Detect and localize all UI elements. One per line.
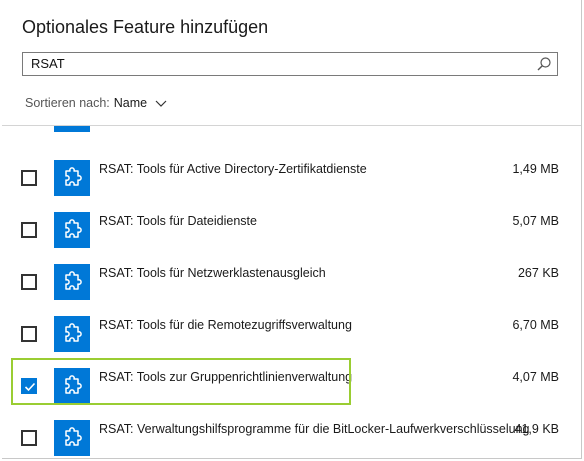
puzzle-shape (65, 427, 82, 446)
feature-size: 267 KB (517, 266, 559, 280)
add-optional-feature-dialog: Optionales Feature hinzufügen Sortieren … (2, 0, 582, 459)
feature-row[interactable]: RSAT: Tools für Active Directory-Zertifi… (2, 126, 581, 196)
feature-name: RSAT: Tools für Active Directory-Zertifi… (99, 162, 367, 176)
sort-value[interactable]: Name (114, 96, 147, 110)
feature-name: RSAT: Tools für Netzwerklastenausgleich (99, 266, 326, 280)
feature-size: 6,70 MB (512, 318, 559, 332)
chevron-down-icon[interactable] (155, 97, 167, 109)
feature-size: 41,9 KB (514, 422, 559, 436)
feature-name: RSAT: Tools für Dateidienste (99, 214, 257, 228)
search-input[interactable] (31, 56, 511, 71)
feature-row[interactable]: RSAT: Tools für Netzwerklastenausgleich … (2, 230, 581, 300)
feature-size: 5,07 MB (512, 214, 559, 228)
feature-list[interactable]: RSAT: Tools für Active Directory-Zertifi… (2, 126, 581, 458)
feature-row[interactable]: RSAT: Tools für Dateidienste 5,07 MB (2, 178, 581, 248)
sort-label: Sortieren nach: (25, 96, 110, 110)
search-box[interactable] (22, 52, 558, 76)
feature-row-selected[interactable]: RSAT: Tools zur Gruppenrichtlinienverwal… (2, 334, 581, 404)
sort-dropdown[interactable]: Sortieren nach: Name (25, 96, 167, 110)
feature-name: RSAT: Tools zur Gruppenrichtlinienverwal… (99, 370, 353, 384)
feature-size: 4,07 MB (512, 370, 559, 384)
feature-size: 1,49 MB (512, 162, 559, 176)
feature-name: RSAT: Verwaltungshilfsprogramme für die … (99, 422, 530, 436)
feature-row[interactable]: RSAT: Tools für die Remotezugriffsverwal… (2, 282, 581, 352)
puzzle-icon (54, 420, 90, 456)
feature-row[interactable]: RSAT: Verwaltungshilfsprogramme für die … (2, 386, 581, 456)
search-icon[interactable] (536, 56, 552, 72)
feature-checkbox[interactable] (21, 430, 37, 446)
feature-name: RSAT: Tools für die Remotezugriffsverwal… (99, 318, 352, 332)
dialog-title: Optionales Feature hinzufügen (22, 17, 269, 37)
